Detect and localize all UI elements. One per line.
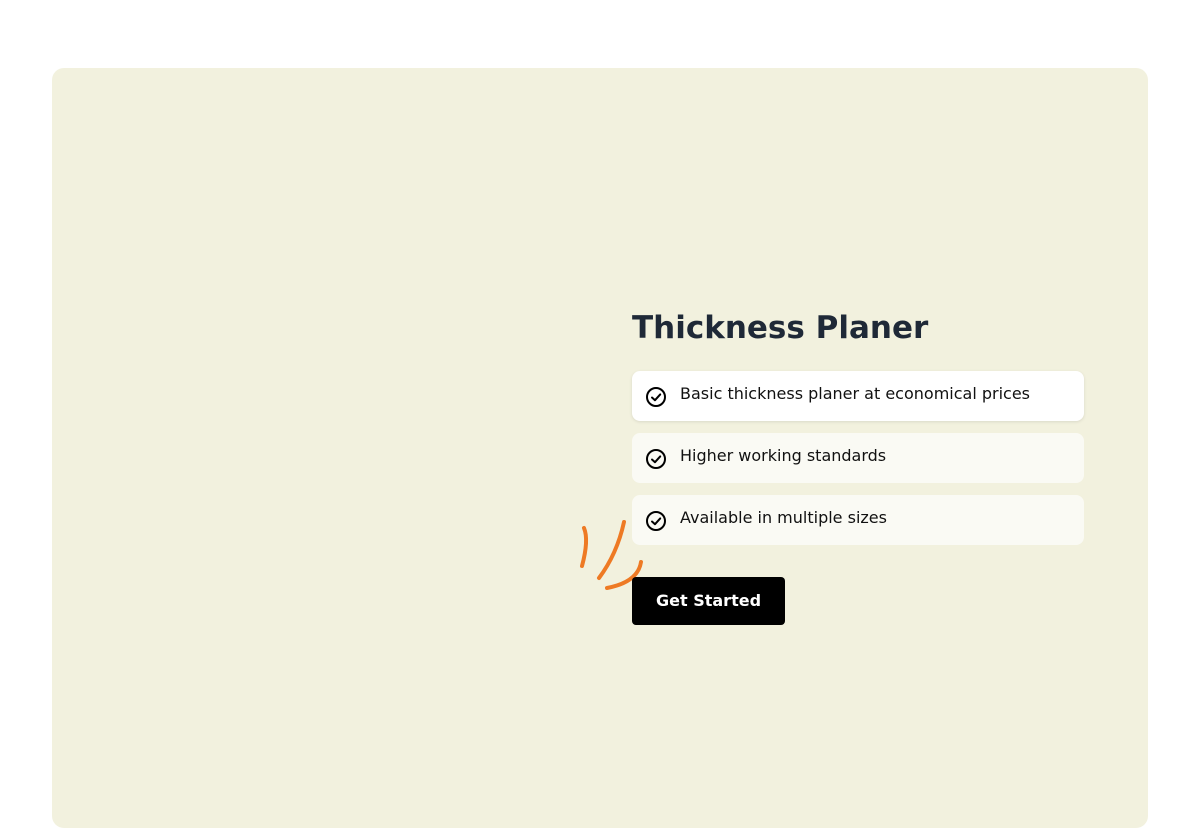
feature-label: Basic thickness planer at economical pri… bbox=[680, 384, 1031, 403]
check-circle-icon bbox=[646, 387, 666, 407]
feature-item: Higher working standards bbox=[632, 433, 1084, 483]
page-title: Thickness Planer bbox=[632, 310, 929, 346]
hero-panel: Thickness Planer Basic thickness planer … bbox=[52, 68, 1148, 828]
feature-item: Basic thickness planer at economical pri… bbox=[632, 371, 1084, 421]
feature-label: Higher working standards bbox=[680, 446, 887, 465]
feature-list: Basic thickness planer at economical pri… bbox=[632, 371, 1084, 545]
get-started-button[interactable]: Get Started bbox=[632, 577, 786, 625]
feature-label: Available in multiple sizes bbox=[680, 508, 887, 527]
feature-item: Available in multiple sizes bbox=[632, 495, 1084, 545]
check-circle-icon bbox=[646, 449, 666, 469]
hero-content: Thickness Planer Basic thickness planer … bbox=[632, 305, 1084, 625]
check-circle-icon bbox=[646, 511, 666, 531]
